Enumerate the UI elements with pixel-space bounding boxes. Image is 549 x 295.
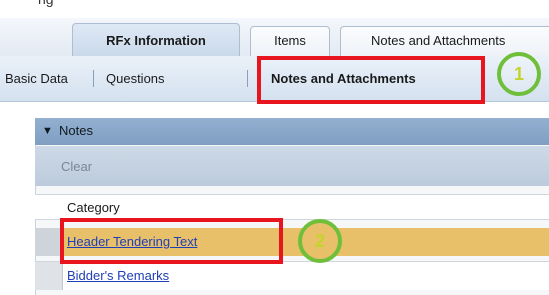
table-row[interactable]: Bidder's Remarks <box>35 261 549 290</box>
annotation-highlight-box <box>257 56 485 104</box>
notes-section-header[interactable]: ▼ Notes <box>35 118 549 145</box>
bidders-remarks-link[interactable]: Bidder's Remarks <box>67 268 169 283</box>
tab-rfx-information[interactable]: RFx Information <box>72 23 240 57</box>
triangle-down-icon[interactable]: ▼ <box>42 125 53 137</box>
annotation-highlight-box <box>60 218 283 264</box>
subnav-basic-data[interactable]: Basic Data <box>5 71 68 86</box>
row-selector[interactable] <box>35 228 63 256</box>
tab-strip: RFx Information Items Notes and Attachme… <box>0 18 549 57</box>
clear-button[interactable]: Clear <box>61 159 92 174</box>
tab-items[interactable]: Items <box>250 26 330 56</box>
column-header-category[interactable]: Category <box>67 200 120 215</box>
notes-section-title: Notes <box>59 123 93 138</box>
cropped-heading-fragment: ng <box>38 0 54 7</box>
step-number-badge: 1 <box>497 52 541 96</box>
subnav-separator <box>93 70 94 87</box>
subnav-separator <box>247 70 248 87</box>
step-number-badge: 2 <box>298 219 342 263</box>
table-column-header: Category <box>35 194 549 220</box>
subnav-questions[interactable]: Questions <box>106 71 165 86</box>
notes-toolbar: Clear <box>35 146 549 186</box>
row-selector[interactable] <box>35 262 63 290</box>
